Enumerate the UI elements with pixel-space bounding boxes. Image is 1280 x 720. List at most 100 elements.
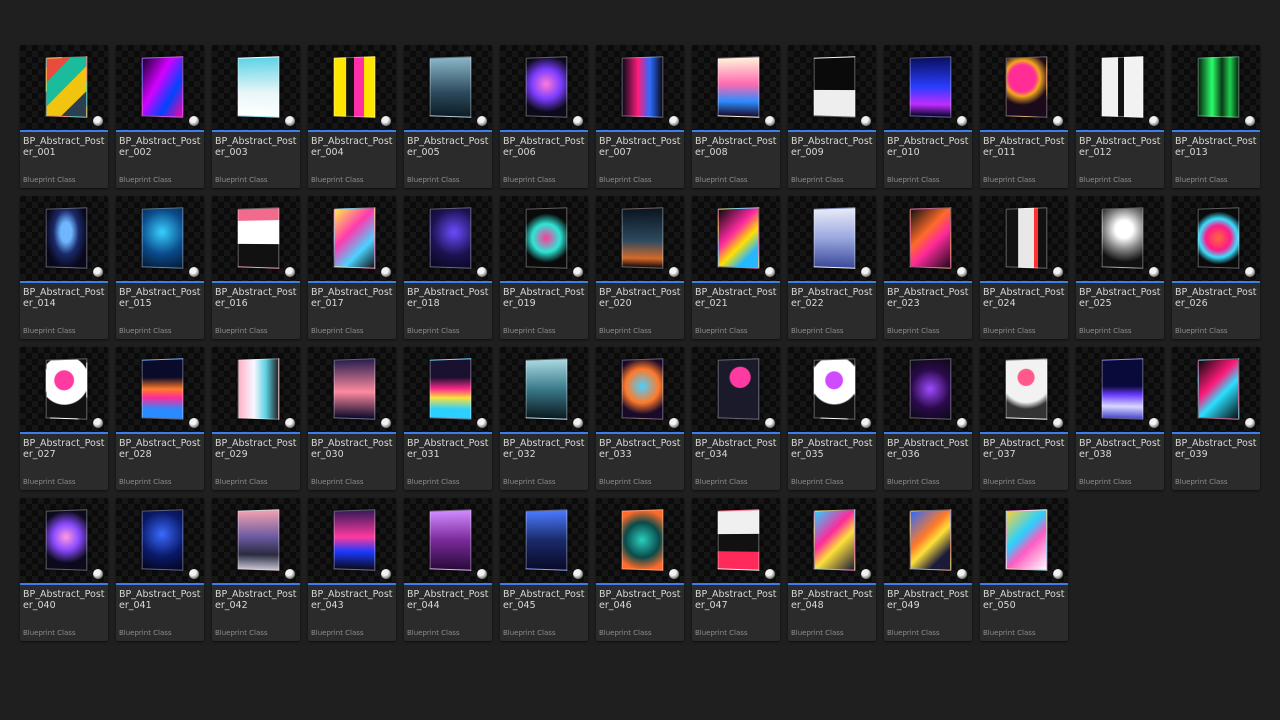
asset-tile[interactable]: BP_Abstract_Poster_041 Blueprint Class bbox=[116, 498, 204, 641]
asset-tile[interactable]: BP_Abstract_Poster_029 Blueprint Class bbox=[212, 347, 300, 490]
asset-tile[interactable]: BP_Abstract_Poster_043 Blueprint Class bbox=[308, 498, 396, 641]
asset-tile[interactable]: BP_Abstract_Poster_038 Blueprint Class bbox=[1076, 347, 1164, 490]
asset-tile[interactable]: BP_Abstract_Poster_002 Blueprint Class bbox=[116, 45, 204, 188]
poster-preview-image bbox=[1005, 358, 1048, 420]
asset-type-label: Blueprint Class bbox=[791, 327, 844, 335]
asset-tile[interactable]: BP_Abstract_Poster_049 Blueprint Class bbox=[884, 498, 972, 641]
poster-preview-image bbox=[333, 56, 376, 118]
asset-tile[interactable]: BP_Abstract_Poster_050 Blueprint Class bbox=[980, 498, 1068, 641]
asset-type-label: Blueprint Class bbox=[1079, 327, 1132, 335]
asset-tile[interactable]: BP_Abstract_Poster_013 Blueprint Class bbox=[1172, 45, 1260, 188]
asset-type-label: Blueprint Class bbox=[887, 176, 940, 184]
asset-tile[interactable]: BP_Abstract_Poster_031 Blueprint Class bbox=[404, 347, 492, 490]
asset-tile[interactable]: BP_Abstract_Poster_024 Blueprint Class bbox=[980, 196, 1068, 339]
asset-tile[interactable]: BP_Abstract_Poster_006 Blueprint Class bbox=[500, 45, 588, 188]
asset-type-label: Blueprint Class bbox=[23, 327, 76, 335]
asset-type-color-bar bbox=[1172, 432, 1260, 434]
asset-tile[interactable]: BP_Abstract_Poster_030 Blueprint Class bbox=[308, 347, 396, 490]
asset-tile[interactable]: BP_Abstract_Poster_039 Blueprint Class bbox=[1172, 347, 1260, 490]
asset-tile[interactable]: BP_Abstract_Poster_016 Blueprint Class bbox=[212, 196, 300, 339]
asset-type-color-bar bbox=[1172, 130, 1260, 132]
asset-type-color-bar bbox=[212, 130, 300, 132]
poster-preview-image bbox=[237, 56, 280, 118]
asset-thumbnail bbox=[308, 196, 396, 281]
asset-name: BP_Abstract_Poster_042 bbox=[215, 589, 297, 611]
asset-type-label: Blueprint Class bbox=[23, 176, 76, 184]
asset-type-label: Blueprint Class bbox=[215, 629, 268, 637]
asset-thumbnail bbox=[788, 498, 876, 583]
asset-tile[interactable]: BP_Abstract_Poster_032 Blueprint Class bbox=[500, 347, 588, 490]
asset-tile[interactable]: BP_Abstract_Poster_033 Blueprint Class bbox=[596, 347, 684, 490]
asset-type-color-bar bbox=[308, 281, 396, 283]
asset-thumbnail bbox=[692, 347, 780, 432]
asset-tile[interactable]: BP_Abstract_Poster_025 Blueprint Class bbox=[1076, 196, 1164, 339]
asset-thumbnail bbox=[212, 347, 300, 432]
asset-tile[interactable]: BP_Abstract_Poster_046 Blueprint Class bbox=[596, 498, 684, 641]
asset-thumbnail bbox=[212, 498, 300, 583]
asset-tile[interactable]: BP_Abstract_Poster_011 Blueprint Class bbox=[980, 45, 1068, 188]
asset-thumbnail bbox=[500, 45, 588, 130]
asset-tile[interactable]: BP_Abstract_Poster_008 Blueprint Class bbox=[692, 45, 780, 188]
asset-type-label: Blueprint Class bbox=[311, 327, 364, 335]
asset-name: BP_Abstract_Poster_034 bbox=[695, 438, 777, 460]
asset-tile[interactable]: BP_Abstract_Poster_047 Blueprint Class bbox=[692, 498, 780, 641]
asset-tile[interactable]: BP_Abstract_Poster_037 Blueprint Class bbox=[980, 347, 1068, 490]
asset-tile[interactable]: BP_Abstract_Poster_018 Blueprint Class bbox=[404, 196, 492, 339]
poster-preview-image bbox=[717, 56, 760, 118]
asset-tile[interactable]: BP_Abstract_Poster_023 Blueprint Class bbox=[884, 196, 972, 339]
asset-type-color-bar bbox=[1076, 130, 1164, 132]
asset-tile[interactable]: BP_Abstract_Poster_036 Blueprint Class bbox=[884, 347, 972, 490]
asset-tile[interactable]: BP_Abstract_Poster_005 Blueprint Class bbox=[404, 45, 492, 188]
asset-tile[interactable]: BP_Abstract_Poster_021 Blueprint Class bbox=[692, 196, 780, 339]
asset-tile[interactable]: BP_Abstract_Poster_010 Blueprint Class bbox=[884, 45, 972, 188]
asset-tile[interactable]: BP_Abstract_Poster_012 Blueprint Class bbox=[1076, 45, 1164, 188]
asset-type-label: Blueprint Class bbox=[407, 629, 460, 637]
asset-type-color-bar bbox=[116, 281, 204, 283]
asset-type-label: Blueprint Class bbox=[311, 629, 364, 637]
asset-type-color-bar bbox=[980, 281, 1068, 283]
asset-thumbnail bbox=[1076, 45, 1164, 130]
asset-type-color-bar bbox=[1172, 281, 1260, 283]
asset-tile[interactable]: BP_Abstract_Poster_020 Blueprint Class bbox=[596, 196, 684, 339]
asset-tile[interactable]: BP_Abstract_Poster_028 Blueprint Class bbox=[116, 347, 204, 490]
poster-preview-image bbox=[237, 358, 280, 420]
asset-type-label: Blueprint Class bbox=[119, 327, 172, 335]
asset-type-label: Blueprint Class bbox=[983, 176, 1036, 184]
asset-tile[interactable]: BP_Abstract_Poster_045 Blueprint Class bbox=[500, 498, 588, 641]
asset-tile[interactable]: BP_Abstract_Poster_014 Blueprint Class bbox=[20, 196, 108, 339]
asset-type-color-bar bbox=[1076, 432, 1164, 434]
asset-tile[interactable]: BP_Abstract_Poster_003 Blueprint Class bbox=[212, 45, 300, 188]
asset-tile[interactable]: BP_Abstract_Poster_027 Blueprint Class bbox=[20, 347, 108, 490]
asset-thumbnail bbox=[884, 196, 972, 281]
asset-thumbnail bbox=[308, 498, 396, 583]
asset-type-color-bar bbox=[404, 130, 492, 132]
asset-thumbnail bbox=[20, 347, 108, 432]
asset-tile[interactable]: BP_Abstract_Poster_007 Blueprint Class bbox=[596, 45, 684, 188]
asset-tile[interactable]: BP_Abstract_Poster_048 Blueprint Class bbox=[788, 498, 876, 641]
asset-type-color-bar bbox=[788, 281, 876, 283]
asset-name: BP_Abstract_Poster_036 bbox=[887, 438, 969, 460]
asset-type-label: Blueprint Class bbox=[215, 327, 268, 335]
asset-type-label: Blueprint Class bbox=[791, 176, 844, 184]
asset-tile[interactable]: BP_Abstract_Poster_026 Blueprint Class bbox=[1172, 196, 1260, 339]
asset-thumbnail bbox=[596, 498, 684, 583]
blueprint-class-icon bbox=[860, 568, 872, 580]
asset-tile[interactable]: BP_Abstract_Poster_035 Blueprint Class bbox=[788, 347, 876, 490]
asset-tile[interactable]: BP_Abstract_Poster_040 Blueprint Class bbox=[20, 498, 108, 641]
asset-tile[interactable]: BP_Abstract_Poster_001 Blueprint Class bbox=[20, 45, 108, 188]
asset-tile[interactable]: BP_Abstract_Poster_017 Blueprint Class bbox=[308, 196, 396, 339]
asset-type-color-bar bbox=[596, 281, 684, 283]
asset-tile[interactable]: BP_Abstract_Poster_044 Blueprint Class bbox=[404, 498, 492, 641]
asset-tile[interactable]: BP_Abstract_Poster_042 Blueprint Class bbox=[212, 498, 300, 641]
asset-tile[interactable]: BP_Abstract_Poster_034 Blueprint Class bbox=[692, 347, 780, 490]
asset-tile[interactable]: BP_Abstract_Poster_015 Blueprint Class bbox=[116, 196, 204, 339]
asset-thumbnail bbox=[884, 498, 972, 583]
asset-name: BP_Abstract_Poster_013 bbox=[1175, 136, 1257, 158]
asset-tile[interactable]: BP_Abstract_Poster_022 Blueprint Class bbox=[788, 196, 876, 339]
asset-tile[interactable]: BP_Abstract_Poster_004 Blueprint Class bbox=[308, 45, 396, 188]
asset-type-label: Blueprint Class bbox=[887, 478, 940, 486]
asset-thumbnail bbox=[404, 45, 492, 130]
poster-preview-image bbox=[45, 509, 88, 571]
asset-tile[interactable]: BP_Abstract_Poster_009 Blueprint Class bbox=[788, 45, 876, 188]
asset-tile[interactable]: BP_Abstract_Poster_019 Blueprint Class bbox=[500, 196, 588, 339]
